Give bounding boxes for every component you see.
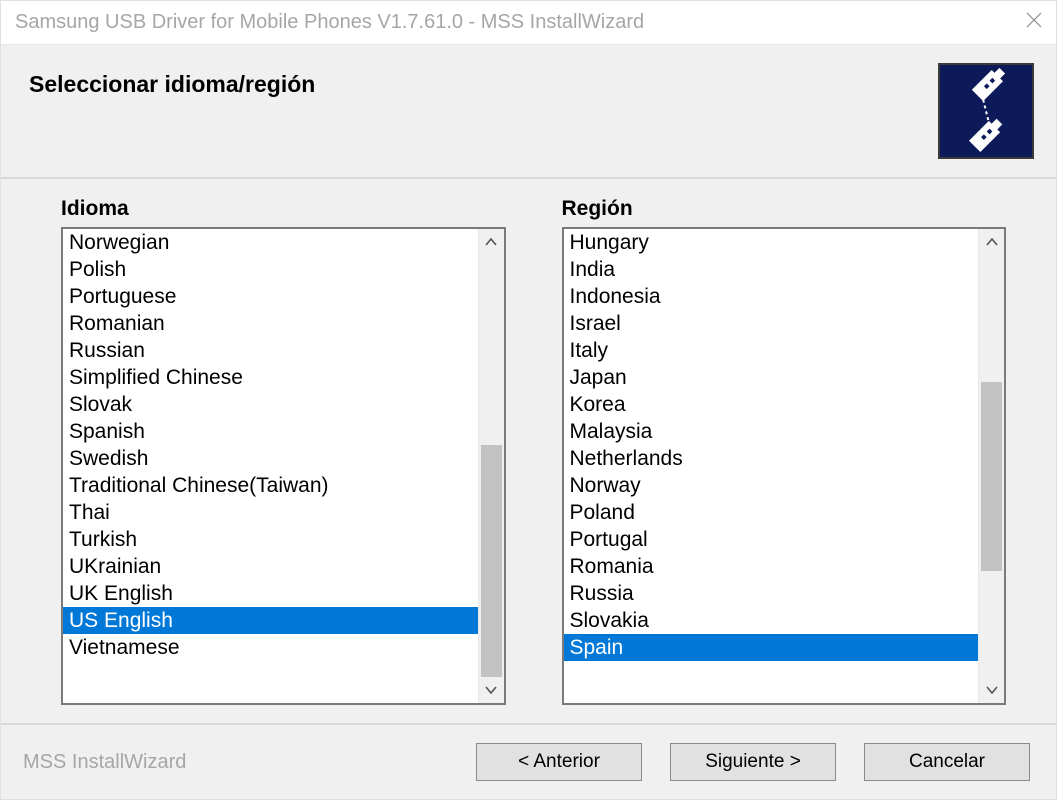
list-item[interactable]: Spain (564, 634, 979, 661)
scroll-track[interactable] (979, 255, 1004, 677)
list-item[interactable]: Hungary (564, 229, 979, 256)
close-icon[interactable] (1002, 11, 1042, 34)
list-item[interactable]: Traditional Chinese(Taiwan) (63, 472, 478, 499)
list-item[interactable]: UK English (63, 580, 478, 607)
region-listbox[interactable]: HungaryIndiaIndonesiaIsraelItalyJapanKor… (562, 227, 1007, 705)
list-item[interactable]: Indonesia (564, 283, 979, 310)
install-wizard-window: Samsung USB Driver for Mobile Phones V1.… (0, 0, 1057, 800)
scroll-track[interactable] (479, 255, 504, 677)
scroll-thumb[interactable] (481, 445, 502, 677)
list-item[interactable]: Romania (564, 553, 979, 580)
scroll-thumb[interactable] (981, 382, 1002, 572)
list-item[interactable]: UKrainian (63, 553, 478, 580)
list-item[interactable]: Vietnamese (63, 634, 478, 661)
header: Seleccionar idioma/región (1, 45, 1056, 177)
list-item[interactable]: Romanian (63, 310, 478, 337)
list-item[interactable]: US English (63, 607, 478, 634)
list-item[interactable]: Malaysia (564, 418, 979, 445)
language-scrollbar[interactable] (478, 229, 504, 703)
list-item[interactable]: Spanish (63, 418, 478, 445)
language-listbox[interactable]: NorwegianPolishPortugueseRomanianRussian… (61, 227, 506, 705)
page-title: Seleccionar idioma/región (29, 63, 315, 98)
region-scrollbar[interactable] (978, 229, 1004, 703)
scroll-up-icon[interactable] (979, 229, 1004, 255)
region-column: Región HungaryIndiaIndonesiaIsraelItalyJ… (562, 197, 1007, 705)
list-item[interactable]: Netherlands (564, 445, 979, 472)
titlebar: Samsung USB Driver for Mobile Phones V1.… (1, 1, 1056, 45)
list-item[interactable]: Russian (63, 337, 478, 364)
list-item[interactable]: Polish (63, 256, 478, 283)
list-item[interactable]: Korea (564, 391, 979, 418)
cancel-button[interactable]: Cancelar (864, 743, 1030, 781)
scroll-down-icon[interactable] (979, 677, 1004, 703)
content-area: Idioma NorwegianPolishPortugueseRomanian… (1, 177, 1056, 725)
scroll-up-icon[interactable] (479, 229, 504, 255)
list-item[interactable]: Japan (564, 364, 979, 391)
list-item[interactable]: Simplified Chinese (63, 364, 478, 391)
list-item[interactable]: Portuguese (63, 283, 478, 310)
scroll-down-icon[interactable] (479, 677, 504, 703)
usb-logo-icon (938, 63, 1034, 159)
list-item[interactable]: Slovak (63, 391, 478, 418)
list-item[interactable]: Israel (564, 310, 979, 337)
list-item[interactable]: Norwegian (63, 229, 478, 256)
list-item[interactable]: Turkish (63, 526, 478, 553)
list-item[interactable]: Swedish (63, 445, 478, 472)
list-item[interactable]: Slovakia (564, 607, 979, 634)
list-item[interactable]: Poland (564, 499, 979, 526)
back-button[interactable]: < Anterior (476, 743, 642, 781)
language-label: Idioma (61, 197, 506, 221)
language-column: Idioma NorwegianPolishPortugueseRomanian… (61, 197, 506, 705)
list-item[interactable]: Italy (564, 337, 979, 364)
footer: MSS InstallWizard < Anterior Siguiente >… (1, 725, 1056, 799)
list-item[interactable]: Portugal (564, 526, 979, 553)
list-item[interactable]: Thai (63, 499, 478, 526)
footer-brand: MSS InstallWizard (23, 751, 448, 774)
list-item[interactable]: Norway (564, 472, 979, 499)
region-label: Región (562, 197, 1007, 221)
next-button[interactable]: Siguiente > (670, 743, 836, 781)
window-title: Samsung USB Driver for Mobile Phones V1.… (15, 11, 644, 34)
list-item[interactable]: India (564, 256, 979, 283)
list-item[interactable]: Russia (564, 580, 979, 607)
